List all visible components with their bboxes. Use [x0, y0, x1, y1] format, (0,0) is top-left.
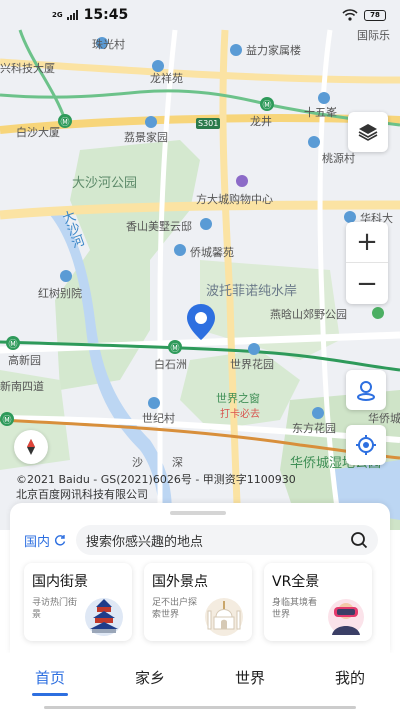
wifi-icon — [342, 9, 358, 21]
map-label: 桃源村 — [322, 152, 355, 165]
map-label: 波托菲诺纯水岸 — [206, 284, 298, 299]
map-label: 侨城馨苑 — [190, 246, 234, 259]
refresh-icon — [55, 535, 66, 546]
poi-marker[interactable] — [174, 244, 186, 256]
tab-hometown[interactable]: 家乡 — [120, 667, 180, 688]
map-label: 沙 — [132, 456, 143, 469]
map-label: 荔景家园 — [124, 131, 168, 144]
search-row: 国内 搜索你感兴趣的地点 — [24, 525, 378, 555]
zoom-out-button[interactable]: − — [346, 263, 388, 304]
map-label: 世界之窗 — [216, 392, 260, 405]
map-label-park: 大沙河公园 — [72, 176, 138, 191]
explore-panel: 国内 搜索你感兴趣的地点 国内街景 寻访热门街景 国外景点 足不出户探索世界 V… — [10, 503, 390, 653]
region-switch[interactable]: 国内 — [24, 531, 76, 550]
locate-button[interactable] — [346, 425, 386, 465]
card-domestic-streetview[interactable]: 国内街景 寻访热门街景 — [24, 563, 132, 641]
map-label: 深 — [172, 456, 183, 469]
metro-station-icon[interactable]: Ⓜ — [6, 336, 20, 350]
metro-station-icon[interactable]: Ⓜ — [0, 412, 14, 426]
map-label: 珠光村 — [92, 38, 125, 51]
person-pin-icon — [357, 381, 375, 401]
metro-station-icon[interactable]: Ⓜ — [260, 97, 274, 111]
street-view-button[interactable] — [346, 370, 386, 410]
search-placeholder: 搜索你感兴趣的地点 — [86, 534, 204, 550]
region-label: 国内 — [24, 534, 51, 550]
card-title: 国外景点 — [152, 574, 208, 590]
poi-marker[interactable] — [248, 343, 260, 355]
card-foreign-attractions[interactable]: 国外景点 足不出户探索世界 — [144, 563, 252, 641]
map-label: 白石洲 — [154, 358, 187, 371]
poi-marker[interactable] — [148, 397, 160, 409]
map-label: 红树别院 — [38, 287, 82, 300]
compass-button[interactable] — [14, 430, 48, 464]
copyright-company: 北京百度网讯科技有限公司 — [16, 488, 148, 501]
card-title: VR全景 — [272, 574, 320, 590]
bottom-tab-bar: 首页 家乡 世界 我的 — [0, 653, 400, 711]
tab-home[interactable]: 首页 — [20, 667, 80, 696]
poi-marker[interactable] — [60, 270, 72, 282]
taj-mahal-icon — [205, 598, 243, 636]
poi-marker[interactable] — [200, 218, 212, 230]
map-label: 高新园 — [8, 354, 41, 367]
card-vr-panorama[interactable]: VR全景 身临其境看世界 — [264, 563, 372, 641]
status-time: 15:45 — [83, 7, 129, 23]
poi-marker[interactable] — [318, 92, 330, 104]
battery-icon: 78 — [364, 9, 386, 21]
temple-of-heaven-icon — [85, 598, 123, 636]
vr-headset-icon — [328, 599, 364, 635]
map-label: 白沙大厦 — [16, 126, 60, 139]
map-label: 燕晗山郊野公园 — [270, 308, 347, 321]
zoom-in-button[interactable]: + — [346, 222, 388, 263]
location-pin-icon[interactable] — [186, 303, 216, 341]
map-view[interactable]: 珠光村 益力家属楼 国际乐 兴科技大厦 龙祥苑 Ⓜ 龙井 十五峯 S301 Ⓜ … — [0, 0, 400, 530]
layers-button[interactable] — [348, 112, 388, 152]
search-input[interactable]: 搜索你感兴趣的地点 — [76, 525, 378, 555]
home-indicator — [44, 706, 356, 709]
signal-icon — [66, 10, 78, 20]
locate-icon — [356, 435, 376, 455]
map-label: 方大城购物中心 — [196, 193, 273, 206]
map-label: 十五峯 — [304, 106, 337, 119]
copyright-line: ©2021 Baidu - GS(2021)6026号 - 甲测资字110093… — [16, 473, 296, 486]
card-title: 国内街景 — [32, 574, 88, 590]
metro-station-icon[interactable]: Ⓜ — [168, 340, 182, 354]
search-icon[interactable] — [350, 531, 368, 549]
map-label: 龙祥苑 — [150, 72, 183, 85]
map-label: 香山美墅云邸 — [126, 220, 192, 233]
map-label: 世界花园 — [230, 358, 274, 371]
poi-marker[interactable] — [145, 116, 157, 128]
map-label: 打卡必去 — [220, 409, 260, 420]
metro-station-icon[interactable]: Ⓜ — [58, 114, 72, 128]
card-subtitle: 寻访热门街景 — [32, 598, 78, 620]
layers-icon — [358, 124, 378, 141]
map-label: 华侨城 — [368, 412, 400, 425]
status-bar: 2G 15:45 78 — [0, 0, 400, 30]
network-type: 2G — [52, 11, 63, 19]
feature-cards: 国内街景 寻访热门街景 国外景点 足不出户探索世界 VR全景 身临其境看世界 — [24, 563, 380, 641]
map-base — [0, 29, 400, 530]
map-label: 世纪村 — [142, 412, 175, 425]
card-subtitle: 身临其境看世界 — [272, 598, 318, 620]
map-label: 兴科技大厦 — [0, 62, 55, 75]
map-label: 东方花园 — [292, 422, 336, 435]
map-copyright: ©2021 Baidu - GS(2021)6026号 - 甲测资字110093… — [16, 472, 296, 502]
tab-world[interactable]: 世界 — [220, 667, 280, 688]
card-subtitle: 足不出户探索世界 — [152, 598, 198, 620]
drag-handle[interactable] — [170, 511, 226, 515]
poi-marker[interactable] — [308, 136, 320, 148]
tab-mine[interactable]: 我的 — [320, 667, 380, 688]
road-number-tag: S301 — [196, 118, 221, 129]
compass-icon — [27, 439, 35, 455]
zoom-control: + − — [346, 222, 388, 304]
map-label: 益力家属楼 — [246, 44, 301, 57]
poi-marker[interactable] — [230, 44, 242, 56]
map-label: 龙井 — [250, 115, 272, 128]
poi-marker[interactable] — [312, 407, 324, 419]
park-poi-icon[interactable] — [372, 307, 384, 319]
shopping-poi-icon[interactable] — [236, 175, 248, 187]
map-label: 新南四道 — [0, 380, 44, 393]
